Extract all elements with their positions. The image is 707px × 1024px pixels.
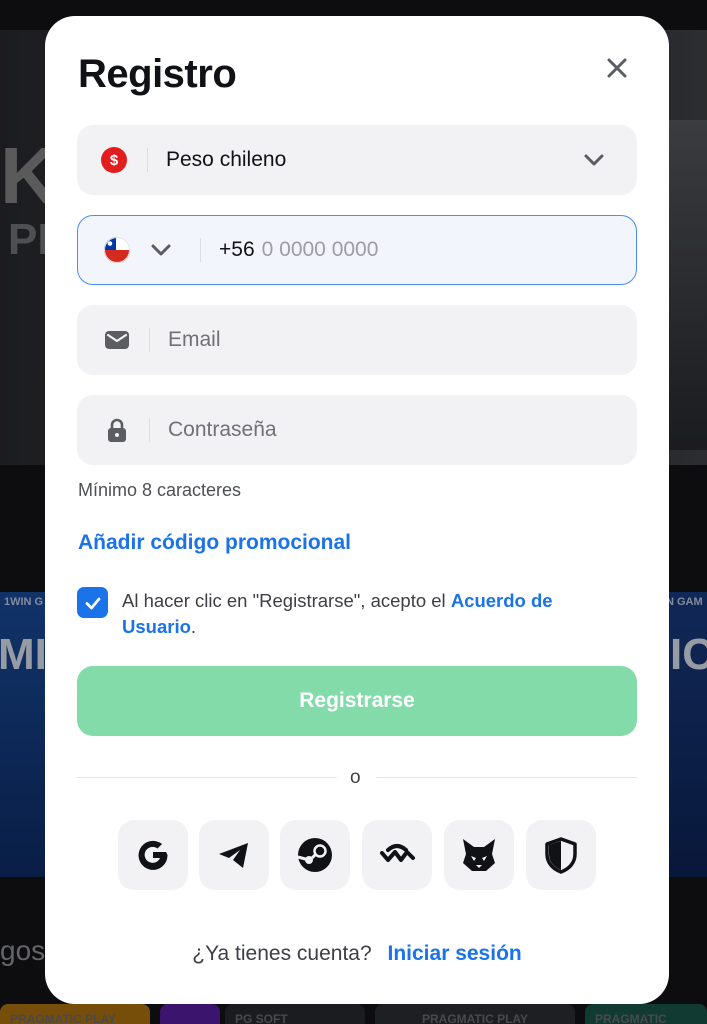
modal-title: Registro (78, 52, 237, 96)
country-code-dropdown[interactable] (148, 237, 174, 263)
terms-text: Al hacer clic en "Registrarse", acepto e… (122, 588, 622, 640)
chevron-down-icon (584, 154, 604, 166)
field-separator (200, 238, 201, 262)
chevron-down-icon (151, 244, 171, 256)
lock-icon (108, 418, 126, 442)
checkmark-icon (85, 597, 100, 609)
telegram-icon (219, 843, 248, 868)
field-separator (149, 418, 150, 442)
close-button[interactable] (601, 52, 633, 84)
register-button[interactable]: Registrarse (77, 666, 637, 736)
login-prompt: ¿Ya tienes cuenta? Iniciar sesión (45, 942, 669, 966)
steam-login-button[interactable] (280, 820, 350, 890)
divider-line (377, 777, 637, 778)
dollar-coin-icon: $ (101, 147, 127, 173)
password-hint: Mínimo 8 caracteres (78, 480, 242, 500)
chile-flag-icon (104, 237, 130, 263)
envelope-icon (105, 331, 129, 349)
divider-or: o (350, 767, 361, 788)
registration-modal: Registro $ Peso chileno +56 0 0000 0000 … (45, 16, 669, 1004)
google-icon (138, 840, 168, 870)
walletconnect-login-button[interactable] (362, 820, 432, 890)
password-field[interactable]: Contraseña (77, 395, 637, 465)
shield-login-button[interactable] (526, 820, 596, 890)
telegram-login-button[interactable] (199, 820, 269, 890)
walletconnect-icon (380, 844, 415, 862)
metamask-icon (463, 839, 495, 871)
currency-value: Peso chileno (166, 148, 287, 171)
terms-label: Al hacer clic en "Registrarse", acepto e… (122, 590, 446, 611)
metamask-login-button[interactable] (444, 820, 514, 890)
divider-line (77, 777, 337, 778)
password-input[interactable]: Contraseña (168, 418, 277, 442)
close-icon (607, 58, 627, 78)
phone-input[interactable]: 0 0000 0000 (262, 238, 379, 262)
terms-end: . (190, 616, 197, 637)
login-question: ¿Ya tienes cuenta? (192, 942, 372, 965)
add-promo-code-link[interactable]: Añadir código promocional (78, 531, 351, 555)
email-input[interactable]: Email (168, 328, 221, 352)
currency-select[interactable]: $ Peso chileno (77, 125, 637, 195)
field-separator (149, 328, 150, 352)
google-login-button[interactable] (118, 820, 188, 890)
field-separator (147, 148, 148, 172)
terms-checkbox[interactable] (77, 587, 108, 618)
login-link[interactable]: Iniciar sesión (388, 942, 522, 965)
email-field[interactable]: Email (77, 305, 637, 375)
phone-field[interactable]: +56 0 0000 0000 (77, 215, 637, 285)
phone-prefix: +56 (219, 238, 255, 261)
steam-icon (297, 838, 332, 872)
shield-icon (545, 837, 577, 874)
